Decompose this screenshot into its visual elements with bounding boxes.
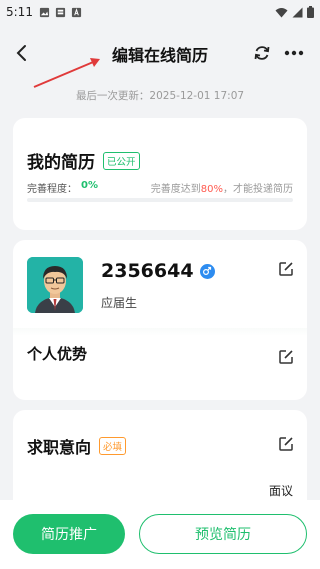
refresh-button[interactable] — [250, 41, 274, 65]
annotation-arrow — [33, 58, 100, 88]
status-bar: 5:11 — [0, 0, 320, 24]
battery-icon — [307, 6, 314, 18]
tip-suffix: ，才能投递简历 — [223, 184, 293, 195]
refresh-icon — [254, 46, 270, 60]
wifi-icon — [275, 7, 288, 17]
progress-row: 完善程度： 0% 完善度达到80%，才能投递简历 — [27, 180, 293, 195]
section-divider — [13, 328, 307, 336]
salary-value: 面议 — [268, 484, 293, 498]
more-icon — [284, 50, 304, 56]
more-button[interactable] — [281, 41, 307, 65]
resume-completeness-card: 我的简历 已公开 完善程度： 0% 完善度达到80%，才能投递简历 — [13, 118, 307, 230]
edit-advantage-icon[interactable] — [277, 348, 295, 366]
status-time: 5:11 — [6, 5, 33, 19]
avatar[interactable] — [27, 257, 83, 313]
avatar-image — [27, 257, 83, 313]
edit-profile-icon[interactable] — [277, 260, 295, 278]
last-updated-text: 最后一次更新：2025-12-01 17:07 — [75, 90, 245, 102]
notification-icon — [55, 7, 66, 17]
progress-tip: 完善度达到80%，才能投递简历 — [151, 180, 293, 195]
personal-advantage-title: 个人优势 — [27, 345, 88, 363]
visibility-tag: 已公开 — [103, 151, 140, 170]
candidate-status: 应届生 — [101, 296, 138, 310]
progress-value: 0% — [81, 180, 98, 191]
profile-name: 2356644 — [101, 260, 194, 282]
gallery-icon — [39, 7, 50, 17]
required-tag: 必填 — [99, 437, 127, 455]
edit-job-intent-icon[interactable] — [277, 435, 295, 453]
preview-resume-button[interactable]: 预览简历 — [139, 514, 307, 554]
tip-prefix: 完善度达到 — [150, 184, 201, 195]
progress-bar — [27, 198, 293, 202]
promote-resume-button[interactable]: 简历推广 — [13, 514, 125, 554]
progress-label: 完善程度： — [27, 184, 77, 195]
signal-icon — [292, 7, 303, 17]
bottom-action-bar: 简历推广 预览简历 — [0, 500, 320, 569]
male-icon — [199, 263, 215, 279]
profile-name-row: 2356644 — [101, 260, 215, 282]
profile-card: 2356644 应届生 个人优势 — [13, 240, 307, 400]
font-icon — [71, 7, 82, 17]
job-intent-title: 求职意向 — [27, 438, 92, 457]
tip-percent: 80% — [200, 184, 223, 195]
resume-title: 我的简历 — [27, 153, 95, 173]
